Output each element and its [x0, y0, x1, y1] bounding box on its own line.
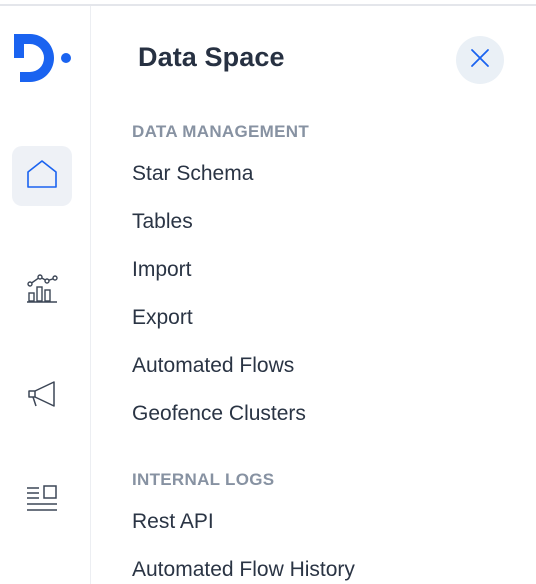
home-icon: [25, 158, 59, 195]
rail-item-home[interactable]: [12, 146, 72, 206]
brand-d-logo-icon[interactable]: [14, 32, 74, 84]
rail-item-analytics[interactable]: [12, 260, 72, 320]
close-icon: [470, 48, 490, 73]
close-button[interactable]: [456, 36, 504, 84]
menu-item-geofence-clusters[interactable]: Geofence Clusters: [132, 402, 306, 426]
menu-item-rest-api[interactable]: Rest API: [132, 510, 214, 534]
navigation-drawer: Data Space DATA MANAGEMENT Star Schema T…: [0, 0, 536, 584]
megaphone-icon: [25, 377, 59, 416]
menu-item-export[interactable]: Export: [132, 306, 193, 330]
content-list-icon: [25, 483, 59, 522]
section-heading-internal-logs: INTERNAL LOGS: [132, 470, 275, 489]
menu-item-tables[interactable]: Tables: [132, 210, 193, 234]
section-heading-data-management: DATA MANAGEMENT: [132, 122, 309, 141]
rail-item-campaigns[interactable]: [12, 366, 72, 426]
menu-item-automated-flow-history[interactable]: Automated Flow History: [132, 558, 355, 582]
rail-item-content[interactable]: [12, 472, 72, 532]
menu-item-import[interactable]: Import: [132, 258, 192, 282]
panel-title: Data Space: [138, 42, 285, 72]
menu-item-automated-flows[interactable]: Automated Flows: [132, 354, 294, 378]
menu-item-star-schema[interactable]: Star Schema: [132, 162, 253, 186]
analytics-chart-icon: [25, 271, 59, 310]
icon-rail: [0, 6, 91, 584]
